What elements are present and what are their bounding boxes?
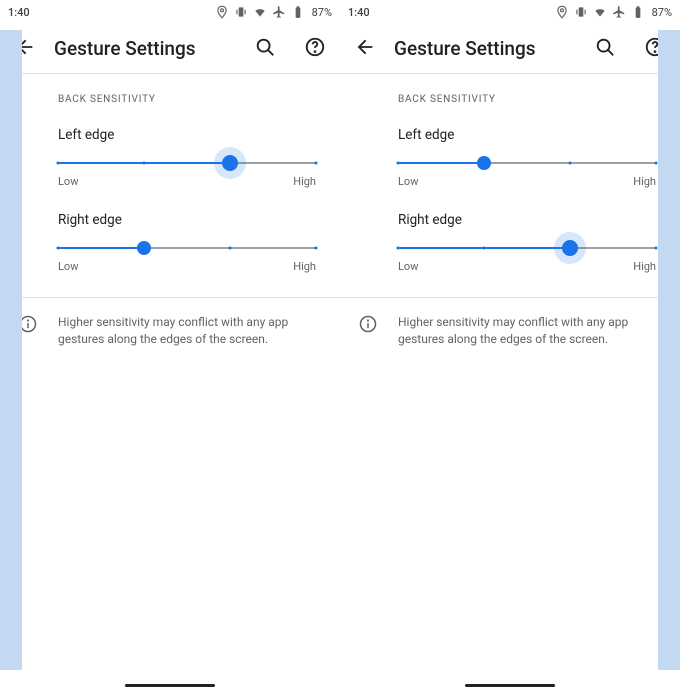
slider-thumb[interactable] bbox=[222, 155, 238, 171]
page-title: Gesture Settings bbox=[54, 37, 226, 60]
status-icons: 87% bbox=[215, 5, 332, 19]
battery-pct: 87% bbox=[652, 6, 672, 19]
slider-track[interactable] bbox=[58, 157, 316, 169]
page-title: Gesture Settings bbox=[394, 37, 566, 60]
phone-right: 1:40 87% Gesture Settings BACK SENSITIVI… bbox=[340, 0, 680, 695]
info-row: Higher sensitivity may conflict with any… bbox=[0, 298, 340, 348]
slider-low-label: Low bbox=[58, 175, 78, 188]
location-icon bbox=[555, 5, 569, 19]
info-row: Higher sensitivity may conflict with any… bbox=[340, 298, 680, 348]
left-edge-slider[interactable]: Left edge Low High bbox=[58, 127, 316, 188]
status-icons: 87% bbox=[555, 5, 672, 19]
edge-highlight-right bbox=[658, 30, 680, 670]
airplane-icon bbox=[272, 5, 286, 19]
section-header: BACK SENSITIVITY bbox=[58, 94, 316, 105]
slider-high-label: High bbox=[633, 260, 656, 273]
info-text: Higher sensitivity may conflict with any… bbox=[58, 314, 316, 348]
slider-track[interactable] bbox=[398, 242, 656, 254]
battery-icon bbox=[291, 5, 305, 19]
gesture-nav-bar[interactable] bbox=[465, 684, 555, 687]
airplane-icon bbox=[612, 5, 626, 19]
slider-label: Right edge bbox=[58, 212, 316, 228]
info-text: Higher sensitivity may conflict with any… bbox=[398, 314, 656, 348]
slider-track[interactable] bbox=[398, 157, 656, 169]
vibrate-icon bbox=[574, 5, 588, 19]
back-button[interactable] bbox=[354, 36, 376, 62]
search-icon bbox=[254, 36, 276, 58]
battery-pct: 87% bbox=[312, 6, 332, 19]
gesture-nav-bar[interactable] bbox=[125, 684, 215, 687]
search-icon bbox=[594, 36, 616, 58]
right-edge-slider[interactable]: Right edge Low High bbox=[58, 212, 316, 273]
left-edge-slider[interactable]: Left edge Low High bbox=[398, 127, 656, 188]
slider-thumb[interactable] bbox=[137, 241, 151, 255]
wifi-icon bbox=[593, 5, 607, 19]
status-clock: 1:40 bbox=[8, 6, 30, 19]
slider-high-label: High bbox=[633, 175, 656, 188]
slider-low-label: Low bbox=[398, 260, 418, 273]
back-sensitivity-section: BACK SENSITIVITY Left edge Low High Righ… bbox=[340, 74, 680, 273]
section-header: BACK SENSITIVITY bbox=[398, 94, 656, 105]
location-icon bbox=[215, 5, 229, 19]
slider-low-label: Low bbox=[58, 260, 78, 273]
arrow-back-icon bbox=[354, 36, 376, 58]
status-clock: 1:40 bbox=[348, 6, 370, 19]
slider-label: Left edge bbox=[398, 127, 656, 143]
app-bar: Gesture Settings bbox=[340, 24, 680, 74]
info-icon bbox=[358, 314, 378, 334]
edge-highlight-left bbox=[0, 30, 22, 670]
slider-thumb[interactable] bbox=[477, 156, 491, 170]
slider-low-label: Low bbox=[398, 175, 418, 188]
slider-thumb[interactable] bbox=[562, 240, 578, 256]
slider-label: Left edge bbox=[58, 127, 316, 143]
wifi-icon bbox=[253, 5, 267, 19]
help-icon bbox=[304, 36, 326, 58]
vibrate-icon bbox=[234, 5, 248, 19]
app-bar: Gesture Settings bbox=[0, 24, 340, 74]
search-button[interactable] bbox=[254, 36, 276, 62]
slider-label: Right edge bbox=[398, 212, 656, 228]
status-bar: 1:40 87% bbox=[340, 0, 680, 24]
right-edge-slider[interactable]: Right edge Low High bbox=[398, 212, 656, 273]
slider-track[interactable] bbox=[58, 242, 316, 254]
battery-icon bbox=[631, 5, 645, 19]
search-button[interactable] bbox=[594, 36, 616, 62]
back-sensitivity-section: BACK SENSITIVITY Left edge Low High Righ… bbox=[0, 74, 340, 273]
slider-high-label: High bbox=[293, 260, 316, 273]
phone-left: 1:40 87% Gesture Settings BACK SENSITIVI… bbox=[0, 0, 340, 695]
help-button[interactable] bbox=[304, 36, 326, 62]
status-bar: 1:40 87% bbox=[0, 0, 340, 24]
slider-high-label: High bbox=[293, 175, 316, 188]
